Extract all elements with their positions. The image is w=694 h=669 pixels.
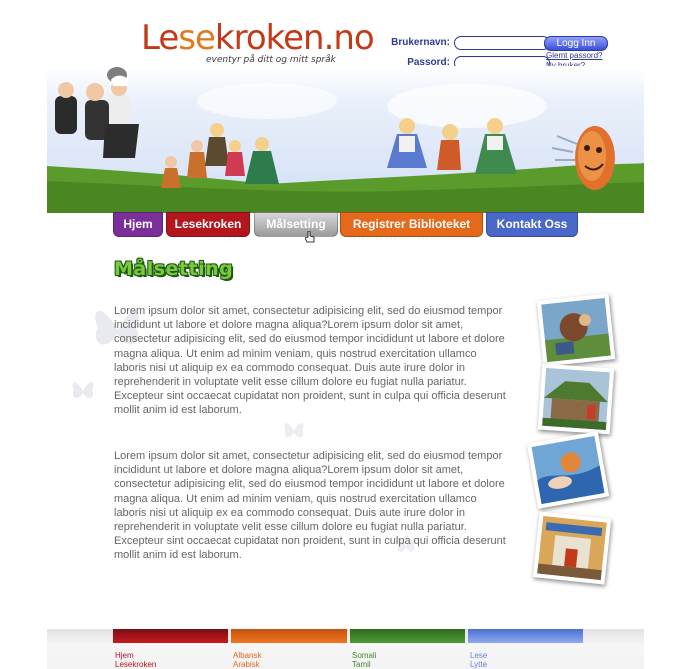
nav-tab-hjem[interactable]: Hjem [113, 212, 163, 237]
logo-tagline: eventyr på ditt og mitt språk [206, 55, 336, 65]
footer-link-albansk[interactable]: Albansk [233, 651, 261, 660]
footer-link-hjem[interactable]: Hjem [115, 651, 134, 660]
footer-bar-blue [468, 629, 583, 643]
footer-link-arabisk[interactable]: Arabisk [233, 660, 260, 669]
nav-tab-registrer-biblioteket[interactable]: Registrer Biblioteket [340, 212, 483, 237]
footer-link-lesekroken[interactable]: Lesekroken [115, 660, 156, 669]
page-title: Målsetting [114, 258, 234, 280]
logo-word-se: se [178, 18, 216, 58]
footer-bar-orange [231, 629, 347, 643]
nav-tab-kontakt-oss[interactable]: Kontakt Oss [486, 212, 578, 237]
footer-link-lese[interactable]: Lese [470, 651, 487, 660]
username-input[interactable] [454, 36, 550, 50]
nav-tab-malsetting[interactable]: Målsetting [254, 212, 338, 237]
footer-link-somali[interactable]: Somali [352, 651, 376, 660]
footer-bar-red [113, 629, 228, 643]
nav-tab-lesekroken[interactable]: Lesekroken [166, 212, 250, 237]
body-paragraph-2: Lorem ipsum dolor sit amet, consectetur … [114, 450, 506, 562]
footer-bar-green [350, 629, 465, 643]
username-label: Brukernavn: [391, 37, 450, 48]
hand-cursor-icon [305, 231, 315, 243]
header-banner-illustration [47, 66, 644, 213]
butterfly-small-icon [72, 382, 94, 399]
butterfly-small-icon [284, 422, 304, 438]
login-button[interactable]: Logg Inn [544, 36, 608, 51]
body-paragraph-1: Lorem ipsum dolor sit amet, consectetur … [114, 305, 506, 417]
forgot-password-link[interactable]: Glemt passord? [546, 51, 602, 60]
banner-art [47, 67, 644, 213]
logo-wordmark: Lesekroken.no [141, 18, 375, 58]
story-photo-3 [526, 431, 610, 509]
logo-word-le: Le [141, 18, 179, 58]
footer-link-lytte[interactable]: Lytte [470, 660, 487, 669]
story-photo-1 [536, 293, 616, 367]
logo-word-kroken: kroken.no [214, 18, 375, 58]
site-logo[interactable]: Lesekroken.no eventyr på ditt og mitt sp… [141, 18, 375, 68]
story-photo-4 [532, 511, 612, 585]
story-photo-2 [537, 363, 615, 435]
footer-link-tamil[interactable]: Tamil [352, 660, 371, 669]
